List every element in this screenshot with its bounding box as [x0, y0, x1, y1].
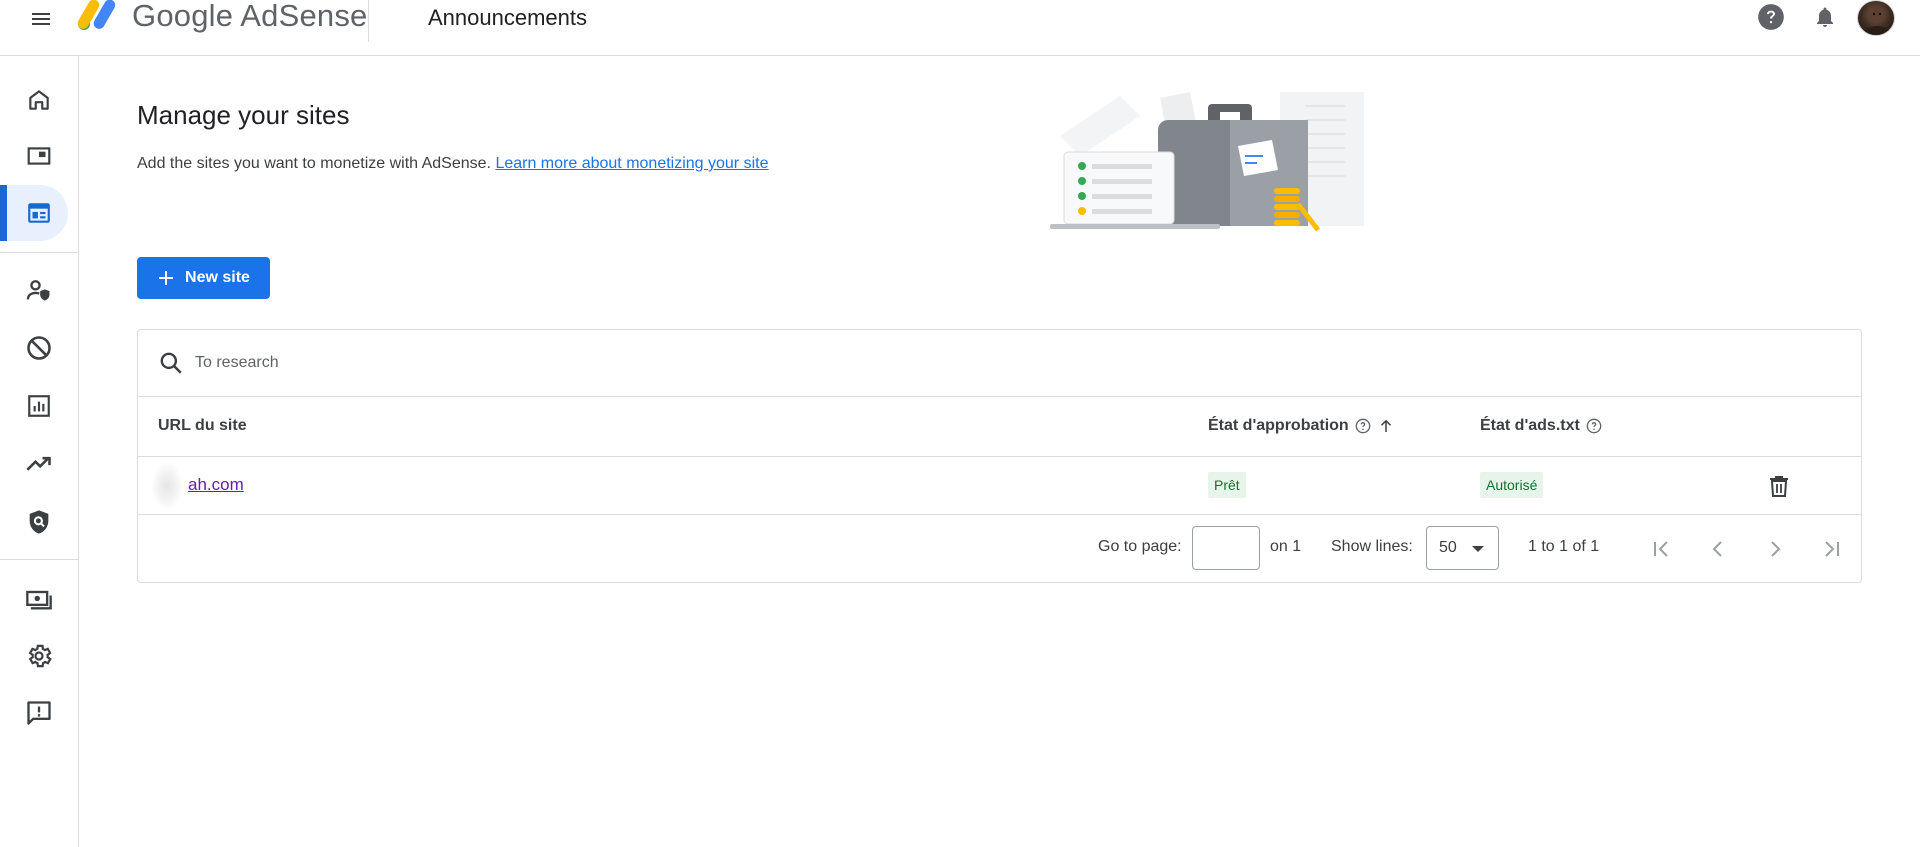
menu-icon[interactable] [24, 2, 58, 36]
help-outline-icon[interactable] [1355, 418, 1371, 434]
chevron-right-icon [1771, 541, 1781, 557]
divider [0, 559, 79, 560]
help-icon[interactable] [1756, 2, 1786, 32]
total-pages-label: on 1 [1270, 538, 1302, 555]
sidebar-item-sites[interactable] [0, 185, 68, 241]
show-lines-label: Show lines: [1331, 538, 1413, 555]
page-title: Announcements [428, 5, 587, 30]
divider [368, 0, 369, 42]
new-site-button[interactable]: New site [137, 257, 270, 299]
trash-icon [1770, 476, 1788, 497]
sidebar-item-optimization[interactable] [0, 436, 68, 492]
page-number-input[interactable] [1192, 526, 1260, 570]
feedback-icon [27, 701, 51, 725]
dropdown-arrow-icon [1472, 546, 1484, 552]
last-page-button[interactable] [1817, 534, 1847, 564]
description-text: Add the sites you want to monetize with … [137, 155, 491, 172]
sidebar-item-reports[interactable] [0, 378, 68, 434]
sort-ascending-icon[interactable] [1377, 417, 1395, 435]
sidebar-item-policy-center[interactable] [0, 494, 68, 550]
search-icon [160, 352, 182, 374]
range-label: 1 to 1 of 1 [1528, 538, 1600, 555]
new-site-label: New site [185, 269, 250, 286]
payments-icon [26, 590, 52, 610]
page-description: Add the sites you want to monetize with … [137, 155, 768, 173]
settings-icon [28, 644, 52, 668]
first-page-button[interactable] [1646, 534, 1676, 564]
sidebar-item-home[interactable] [0, 72, 68, 128]
ads-txt-status-badge: Autorisé [1480, 472, 1544, 498]
home-icon [29, 90, 49, 110]
ads-icon [27, 147, 51, 165]
notifications-icon[interactable] [1810, 2, 1840, 32]
top-app-bar: Google AdSense Announcements [0, 0, 1920, 56]
pagination-bar: Go to page: on 1 Show lines: 50 1 to 1 o… [138, 515, 1861, 583]
sites-icon [28, 203, 50, 223]
sidebar-item-ads[interactable] [0, 128, 68, 184]
first-page-icon [1654, 541, 1668, 557]
rows-per-page-select[interactable]: 50 [1426, 526, 1499, 570]
privacy-messaging-icon [26, 280, 50, 301]
search-input[interactable] [195, 348, 1795, 378]
chevron-left-icon [1712, 541, 1722, 557]
reports-icon [28, 395, 50, 417]
avatar[interactable] [1857, 0, 1895, 36]
table-header: URL du site État d'approbation État d'ad… [138, 397, 1861, 457]
brand-name: Google AdSense [132, 0, 368, 33]
sidebar-item-privacy-messaging[interactable] [0, 262, 68, 318]
redacted-blur [152, 463, 182, 509]
sidebar-item-settings[interactable] [0, 628, 68, 684]
next-page-button[interactable] [1760, 534, 1790, 564]
delete-button[interactable] [1764, 471, 1794, 501]
divider [0, 252, 79, 253]
column-header-url[interactable]: URL du site [158, 417, 247, 435]
sidebar-item-feedback[interactable] [0, 685, 68, 741]
search-bar [138, 330, 1861, 397]
rows-per-page-value: 50 [1439, 539, 1457, 556]
site-url-link[interactable]: ah.com [188, 475, 244, 495]
column-header-ads-txt[interactable]: État d'ads.txt [1480, 417, 1602, 435]
sidebar-item-payments[interactable] [0, 571, 68, 627]
page-heading: Manage your sites [137, 100, 350, 130]
table-row: ah.com Prêt Autorisé [138, 457, 1861, 515]
plus-icon [159, 271, 174, 285]
sidebar-item-blocking-controls[interactable] [0, 320, 68, 376]
policy-center-icon [29, 510, 49, 534]
column-header-approval[interactable]: État d'approbation [1208, 417, 1395, 435]
column-label: État d'approbation [1208, 417, 1349, 434]
column-label: URL du site [158, 417, 247, 434]
last-page-icon [1825, 541, 1839, 557]
help-outline-icon[interactable] [1586, 418, 1602, 434]
learn-more-link[interactable]: Learn more about monetizing your site [495, 155, 768, 172]
sites-illustration [1040, 86, 1390, 232]
optimization-icon [26, 456, 51, 471]
adsense-logo-icon [76, 0, 120, 32]
sites-table-card: URL du site État d'approbation État d'ad… [137, 329, 1862, 583]
go-to-page-label: Go to page: [1098, 538, 1182, 555]
column-label: État d'ads.txt [1480, 417, 1580, 434]
approval-status-badge: Prêt [1208, 472, 1246, 498]
previous-page-button[interactable] [1703, 534, 1733, 564]
block-icon [27, 336, 51, 360]
